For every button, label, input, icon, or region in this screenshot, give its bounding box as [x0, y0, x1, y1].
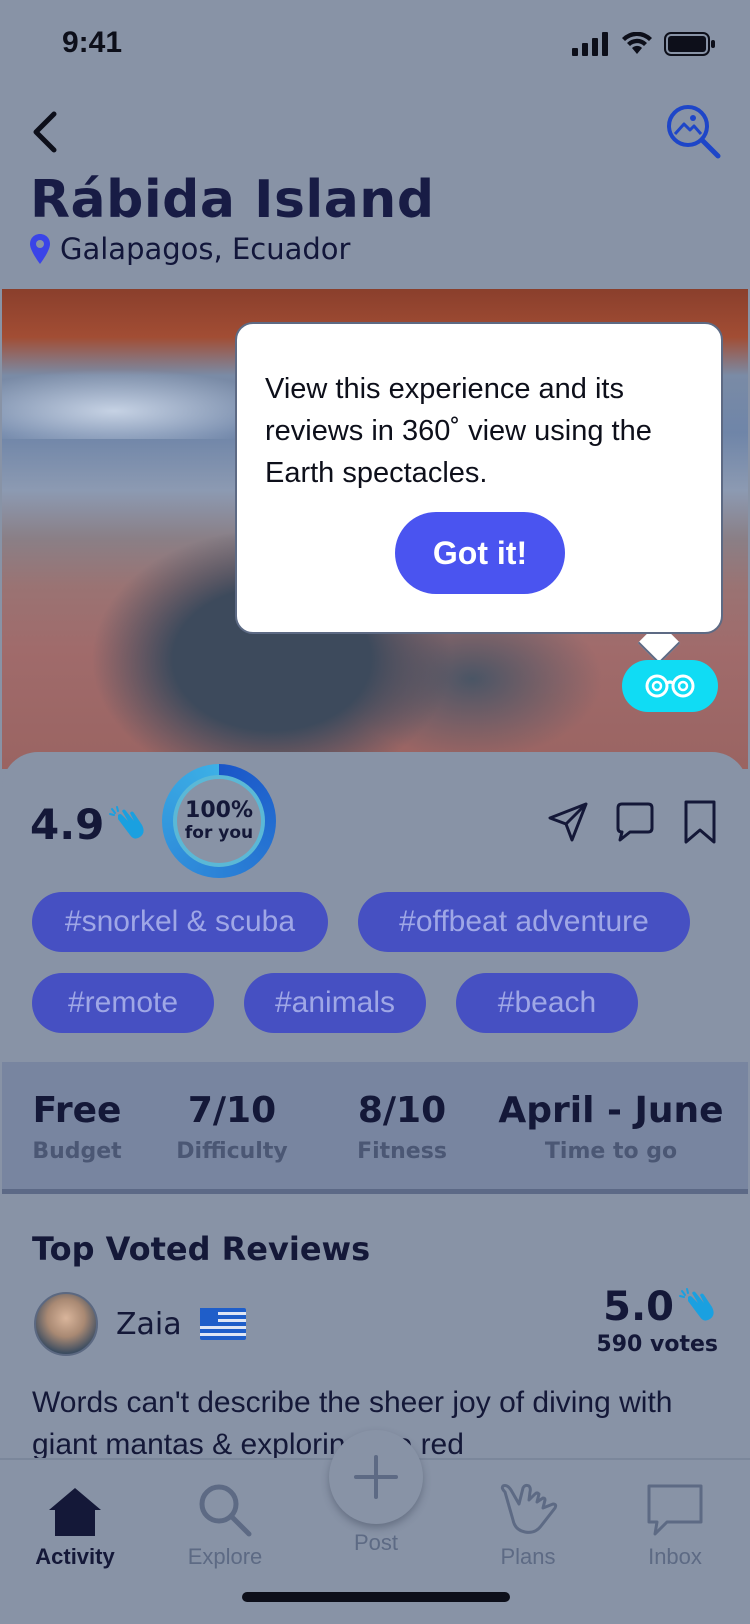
clapping-hands-icon: [109, 805, 145, 839]
battery-icon: [664, 32, 715, 56]
location-text: Galapagos, Ecuador: [60, 232, 351, 266]
image-search-icon: [667, 105, 721, 159]
home-indicator: [242, 1592, 510, 1602]
tab-label: Activity: [35, 1544, 115, 1569]
tag-remote[interactable]: #remote: [32, 973, 214, 1033]
got-it-button[interactable]: Got it!: [395, 512, 565, 594]
tag-beach[interactable]: #beach: [456, 973, 638, 1033]
location: Galapagos, Ecuador: [30, 232, 350, 266]
clapping-hands-icon: [679, 1288, 714, 1321]
reviewer-name[interactable]: Zaia: [116, 1307, 182, 1342]
tab-label: Explore: [187, 1544, 263, 1569]
avatar[interactable]: [34, 1292, 98, 1356]
stat-budget: Free Budget: [32, 1090, 122, 1164]
stat-time-to-go: April - June Time to go: [496, 1090, 726, 1164]
chevron-left-icon: [33, 111, 57, 153]
map-pin-icon: [30, 234, 50, 264]
back-button[interactable]: [26, 104, 66, 160]
stat-label: Time to go: [544, 1139, 678, 1164]
tab-label: Inbox: [648, 1544, 702, 1569]
stat-label: Fitness: [357, 1139, 447, 1164]
stat-value: April - June: [498, 1090, 724, 1131]
cellular-signal-icon: [572, 32, 608, 56]
stat-value: 8/10: [357, 1090, 447, 1131]
image-search-button[interactable]: [664, 102, 724, 162]
status-bar: 9:41: [0, 0, 750, 90]
match-score-inner: 100% for you: [173, 775, 265, 867]
home-icon: [49, 1488, 101, 1536]
rating-value: 4.9: [30, 800, 105, 849]
post-button[interactable]: [329, 1430, 423, 1524]
review-score-value: 5.0: [596, 1284, 718, 1330]
review-votes: 590 votes: [596, 1332, 718, 1357]
status-icons: [572, 32, 716, 56]
tab-icon-wrap: [10, 1474, 140, 1538]
bookmark-button[interactable]: [678, 800, 722, 844]
stat-label: Difficulty: [176, 1139, 288, 1164]
tag-snorkel-scuba[interactable]: #snorkel & scuba: [32, 892, 328, 952]
send-icon: [548, 802, 588, 842]
tab-icon-wrap: [463, 1474, 593, 1538]
wifi-icon: [622, 32, 652, 54]
action-icons: [546, 800, 722, 844]
earth-spectacles-button[interactable]: [622, 660, 718, 712]
score-number: 5.0: [603, 1284, 674, 1330]
tab-icon-wrap: [610, 1474, 740, 1538]
rating: 4.9: [30, 800, 148, 849]
stat-fitness: 8/10 Fitness: [342, 1090, 462, 1164]
search-icon: [199, 1484, 252, 1537]
greece-flag-icon: [199, 1308, 246, 1340]
reviewer[interactable]: Zaia: [34, 1292, 246, 1356]
bookmark-icon: [684, 800, 716, 844]
shaka-hand-icon: [500, 1483, 558, 1534]
comment-icon: [616, 802, 654, 842]
match-label: for you: [184, 823, 254, 843]
page-title: Rábida Island: [30, 170, 435, 230]
tab-activity[interactable]: Activity: [10, 1474, 140, 1570]
tag-offbeat-adventure[interactable]: #offbeat adventure: [358, 892, 690, 952]
inbox-chat-icon: [647, 1484, 703, 1536]
stat-value: Free: [32, 1090, 122, 1131]
tab-label: Plans: [500, 1544, 556, 1569]
share-button[interactable]: [546, 800, 590, 844]
review-score: 5.0 590 votes: [596, 1284, 718, 1357]
stats-bar: Free Budget 7/10 Difficulty 8/10 Fitness…: [2, 1062, 748, 1194]
reviews-title: Top Voted Reviews: [32, 1230, 371, 1268]
match-percent: 100%: [185, 798, 253, 823]
spectacles-tooltip: View this experience and its reviews in …: [235, 322, 723, 634]
tag-animals[interactable]: #animals: [244, 973, 426, 1033]
status-time: 9:41: [62, 26, 123, 59]
stat-difficulty: 7/10 Difficulty: [172, 1090, 292, 1164]
tab-icon-wrap: [160, 1474, 290, 1538]
stat-label: Budget: [32, 1139, 122, 1164]
tab-inbox[interactable]: Inbox: [610, 1474, 740, 1570]
match-score-ring: 100% for you: [162, 764, 276, 878]
post-label: Post: [353, 1530, 399, 1555]
plus-icon: [354, 1455, 398, 1499]
comment-button[interactable]: [612, 800, 656, 844]
tooltip-text: View this experience and its reviews in …: [265, 373, 652, 489]
tab-explore[interactable]: Explore: [160, 1474, 290, 1570]
spectacles-icon: [645, 674, 695, 698]
tab-plans[interactable]: Plans: [463, 1474, 593, 1570]
stat-value: 7/10: [187, 1090, 277, 1131]
